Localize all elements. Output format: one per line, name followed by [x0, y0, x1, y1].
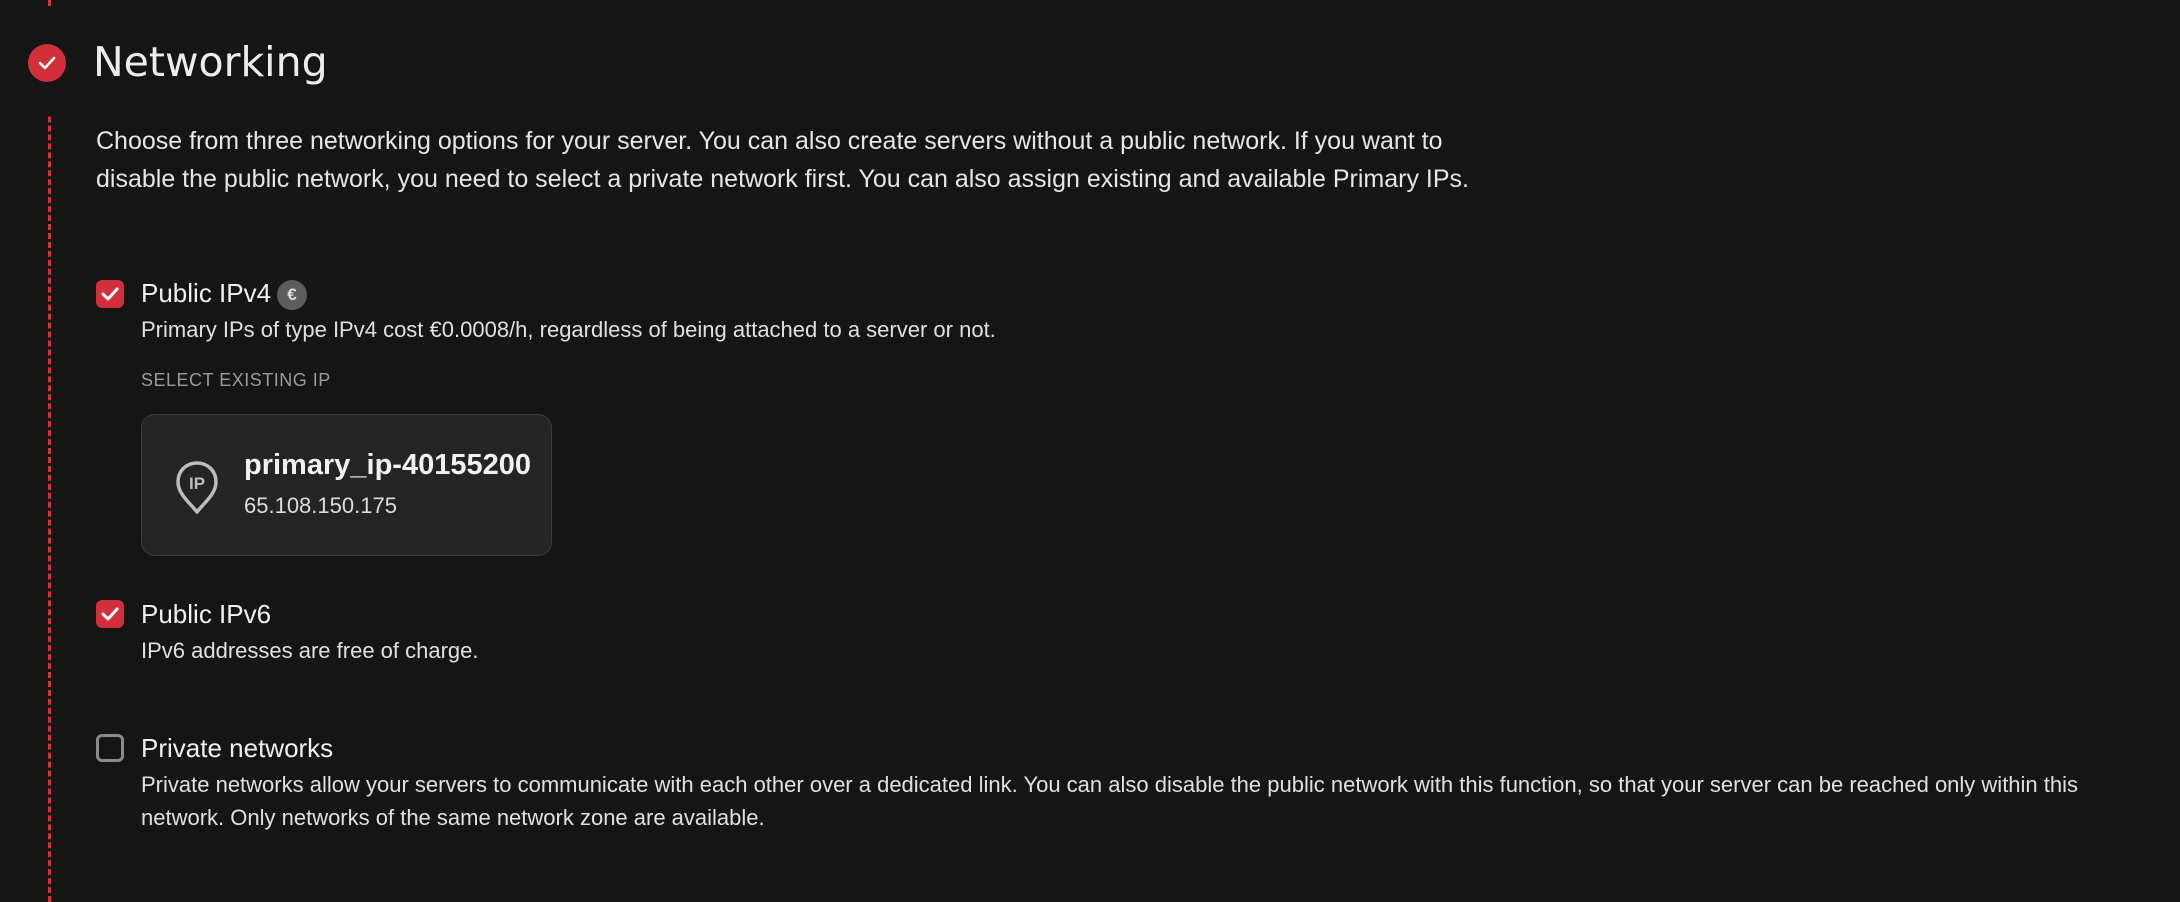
ip-pin-text: IP [189, 474, 205, 493]
primary-ip-card[interactable]: IP primary_ip-40155200 65.108.150.175 [141, 414, 552, 556]
primary-ip-address: 65.108.150.175 [244, 493, 397, 518]
select-existing-ip-label: SELECT EXISTING IP [141, 370, 331, 390]
ipv4-description: Primary IPs of type IPv4 cost €0.0008/h,… [141, 317, 996, 342]
checkmark-icon [101, 287, 119, 301]
step-complete-icon [28, 44, 66, 82]
private-networks-checkbox[interactable] [96, 734, 124, 762]
euro-cost-badge: € [277, 280, 307, 310]
section-intro: Choose from three networking options for… [96, 127, 1469, 193]
ipv6-label[interactable]: Public IPv6 [141, 597, 271, 631]
private-networks-label[interactable]: Private networks [141, 731, 333, 765]
ipv6-description: IPv6 addresses are free of charge. [141, 638, 479, 663]
ipv4-label[interactable]: Public IPv4 [141, 276, 271, 310]
primary-ip-name: primary_ip-40155200 [244, 449, 531, 481]
ip-pin-icon: IP [176, 461, 218, 514]
checkmark-icon [101, 607, 119, 621]
section-title: Networking [93, 38, 328, 86]
timeline-line [48, 0, 51, 902]
ipv6-checkbox[interactable] [96, 600, 124, 628]
ipv4-checkbox[interactable] [96, 280, 124, 308]
private-networks-description: Private networks allow your servers to c… [141, 772, 2079, 830]
